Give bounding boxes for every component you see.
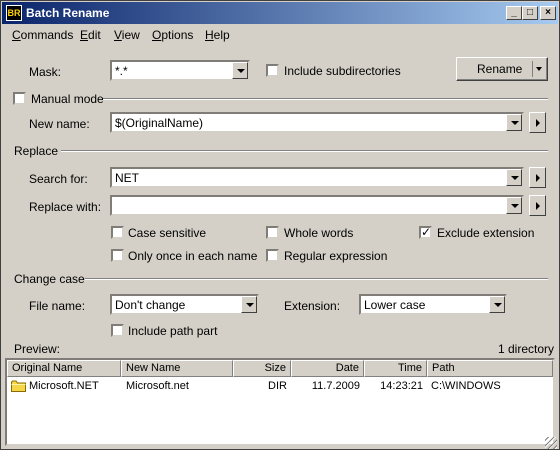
- close-icon: ×: [545, 7, 551, 18]
- replace-with-label: Replace with:: [29, 200, 102, 214]
- minimize-button[interactable]: _: [506, 6, 522, 20]
- menu-options[interactable]: Options: [152, 28, 193, 42]
- extension-label: Extension:: [284, 299, 341, 313]
- mask-value: *.*: [115, 64, 128, 78]
- maximize-icon: □: [526, 7, 534, 18]
- manual-mode-label[interactable]: Manual mode: [31, 92, 104, 106]
- close-button[interactable]: ×: [540, 6, 556, 20]
- regular-expression-checkbox[interactable]: [266, 249, 279, 262]
- cell-path: C:\WINDOWS: [431, 380, 501, 392]
- table-row[interactable]: Microsoft.NET Microsoft.net DIR 11.7.200…: [7, 378, 553, 394]
- case-sensitive-label[interactable]: Case sensitive: [128, 226, 206, 240]
- column-header-size[interactable]: Size: [233, 360, 291, 377]
- new-name-value: $(OriginalName): [115, 116, 204, 130]
- exclude-extension-label[interactable]: Exclude extension: [437, 226, 534, 240]
- new-name-label: New name:: [29, 117, 90, 131]
- extension-case-select[interactable]: Lower case: [359, 294, 507, 315]
- replace-section-label: Replace: [14, 144, 59, 158]
- cell-original-name: Microsoft.NET: [29, 380, 99, 392]
- include-subdirectories-label[interactable]: Include subdirectories: [284, 64, 401, 78]
- column-header-new-name[interactable]: New Name: [121, 360, 233, 377]
- preview-label: Preview:: [14, 342, 61, 356]
- replace-with-dropdown-icon[interactable]: [506, 197, 522, 214]
- file-name-case-select[interactable]: Don't change: [110, 294, 259, 315]
- rename-button-label: Rename: [477, 62, 523, 76]
- cell-date: 11.7.2009: [311, 380, 360, 392]
- rename-split-divider: [532, 61, 533, 77]
- column-header-date[interactable]: Date: [291, 360, 364, 377]
- search-for-value: NET: [115, 171, 139, 185]
- regular-expression-label[interactable]: Regular expression: [284, 249, 387, 263]
- new-name-combobox[interactable]: $(OriginalName): [110, 112, 524, 133]
- mask-dropdown-icon[interactable]: [232, 62, 248, 79]
- cell-time: 14:23:21: [380, 380, 423, 392]
- column-header-original-name[interactable]: Original Name: [7, 360, 121, 377]
- change-case-divider: [85, 278, 548, 280]
- batch-rename-window: BR Batch Rename _ □ × Commands Edit View…: [0, 0, 560, 450]
- title-bar[interactable]: BR Batch Rename _ □ ×: [2, 2, 558, 24]
- preview-count: 1 directory: [498, 342, 555, 356]
- include-path-part-checkbox[interactable]: [111, 324, 124, 337]
- exclude-extension-checkbox[interactable]: [419, 225, 432, 239]
- search-for-insert-button[interactable]: [529, 167, 546, 188]
- file-name-label: File name:: [29, 299, 86, 313]
- search-for-combobox[interactable]: NET: [110, 167, 524, 188]
- new-name-insert-button[interactable]: [529, 112, 546, 133]
- app-icon[interactable]: BR: [6, 5, 22, 21]
- rename-button[interactable]: Rename: [456, 57, 548, 81]
- replace-with-combobox[interactable]: [110, 195, 524, 216]
- only-once-checkbox[interactable]: [111, 249, 124, 262]
- mask-combobox[interactable]: *.*: [110, 60, 250, 81]
- extension-case-dropdown-icon[interactable]: [489, 296, 505, 313]
- extension-case-value: Lower case: [364, 298, 426, 312]
- menu-commands[interactable]: Commands: [12, 28, 73, 42]
- menu-help[interactable]: Help: [205, 28, 230, 42]
- whole-words-checkbox[interactable]: [266, 226, 279, 239]
- minimize-icon: _: [511, 7, 517, 18]
- replace-with-insert-button[interactable]: [529, 195, 546, 216]
- replace-divider: [61, 150, 548, 152]
- menu-edit[interactable]: Edit: [80, 28, 101, 42]
- cell-size: DIR: [268, 380, 287, 392]
- column-header-time[interactable]: Time: [364, 360, 427, 377]
- mask-label: Mask:: [29, 65, 62, 79]
- resize-grip-icon[interactable]: [545, 437, 557, 449]
- preview-list[interactable]: Original Name New Name Size Date Time Pa…: [5, 358, 555, 446]
- file-name-case-dropdown-icon[interactable]: [241, 296, 257, 313]
- only-once-label[interactable]: Only once in each name: [128, 249, 257, 263]
- search-for-dropdown-icon[interactable]: [506, 169, 522, 186]
- column-header-path[interactable]: Path: [427, 360, 553, 377]
- rename-dropdown-icon[interactable]: [536, 67, 542, 71]
- manual-mode-divider: [103, 98, 548, 100]
- cell-new-name: Microsoft.net: [126, 380, 189, 392]
- change-case-section-label: Change case: [14, 272, 85, 286]
- maximize-button[interactable]: □: [522, 6, 538, 20]
- window-title: Batch Rename: [26, 6, 110, 20]
- case-sensitive-checkbox[interactable]: [111, 226, 124, 239]
- new-name-dropdown-icon[interactable]: [506, 114, 522, 131]
- include-path-part-label[interactable]: Include path part: [128, 324, 217, 338]
- file-name-case-value: Don't change: [115, 298, 186, 312]
- manual-mode-checkbox[interactable]: [13, 92, 26, 105]
- include-subdirectories-checkbox[interactable]: [266, 64, 279, 77]
- folder-icon: [11, 380, 26, 392]
- whole-words-label[interactable]: Whole words: [284, 226, 353, 240]
- search-for-label: Search for:: [29, 172, 88, 186]
- menu-view[interactable]: View: [114, 28, 140, 42]
